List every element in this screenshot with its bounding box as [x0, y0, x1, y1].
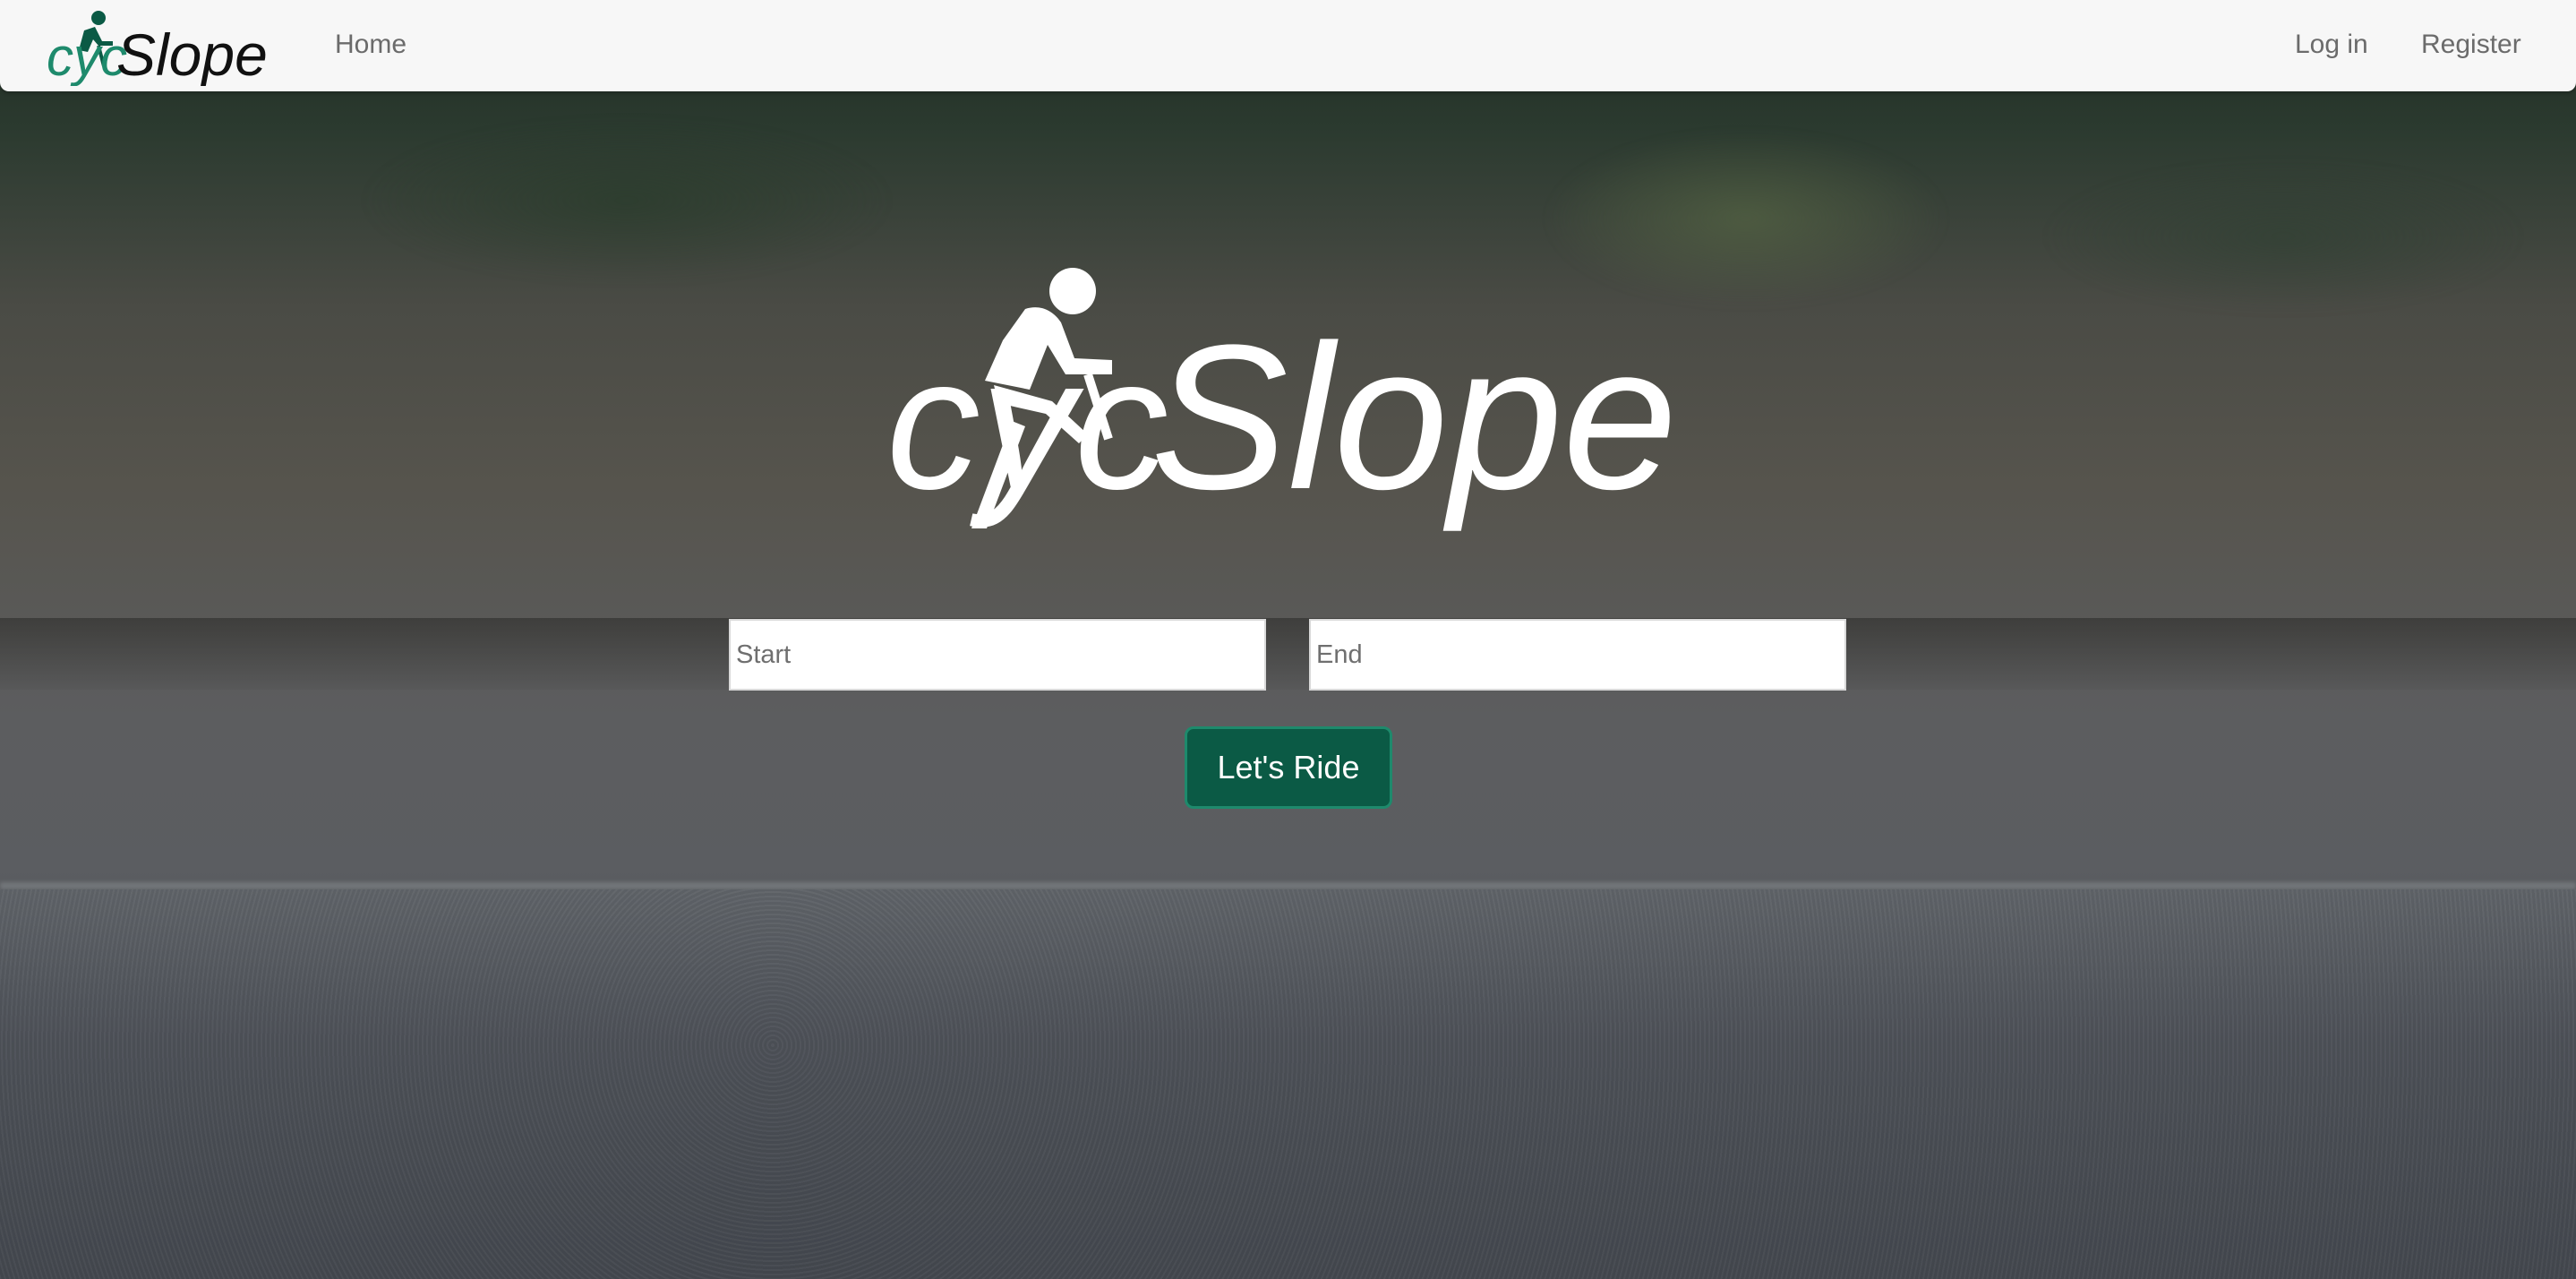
hero-brand-suffix: Slope: [1151, 302, 1677, 532]
nav-home-link[interactable]: Home: [335, 27, 407, 63]
navbar: cyc Slope Home Log in Register: [0, 0, 2576, 91]
background-road: [0, 889, 2576, 1279]
brand-suffix: Slope: [116, 21, 268, 86]
nav-register-link[interactable]: Register: [2421, 27, 2521, 63]
hero-logo: cyc Slope: [886, 268, 1677, 532]
end-input[interactable]: [1309, 619, 1846, 691]
lets-ride-button[interactable]: Let's Ride: [1185, 726, 1392, 809]
hero-brand-prefix: cyc: [886, 318, 1168, 528]
brand-prefix: cyc: [47, 27, 127, 86]
page: cyc Slope Home Log in Register cyc Slope…: [0, 0, 2576, 1279]
background-rail: [0, 618, 2576, 690]
brand-logo[interactable]: cyc Slope: [45, 7, 269, 86]
background-road-edge: [0, 882, 2576, 889]
start-input[interactable]: [729, 619, 1266, 691]
nav-login-link[interactable]: Log in: [2295, 27, 2368, 63]
